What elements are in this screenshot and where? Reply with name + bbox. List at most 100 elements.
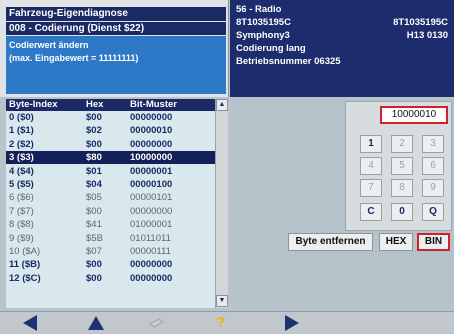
byte-index-cell: 12 ($C): [9, 272, 41, 284]
bit-pattern-cell: 00000010: [130, 125, 173, 137]
table-row[interactable]: 8 ($8) $41 01000001: [6, 218, 215, 231]
remove-byte-button[interactable]: Byte entfernen: [288, 233, 373, 251]
byte-index-cell: 5 ($5): [9, 179, 34, 190]
input-panel: 10000010 Byte entfernen HEX BIN 123 456 78…: [234, 99, 454, 308]
table-row[interactable]: 3 ($3) $80 10000000: [6, 151, 215, 165]
selection-line-1: Codierwert ändern: [9, 40, 89, 50]
arrow-right-icon: [285, 315, 299, 331]
selection-line-2: (max. Eingabewert = 11111111): [9, 53, 139, 63]
bit-pattern-cell: 00000000: [130, 205, 173, 217]
scroll-up-button[interactable]: ▲: [216, 99, 228, 111]
part-number-row: 8T1035195C 8T1035195C: [236, 16, 448, 29]
hex-mode-button[interactable]: HEX: [379, 233, 413, 251]
bit-pattern-cell: 10000000: [130, 152, 173, 164]
byte-index-cell: 7 ($7): [9, 205, 34, 217]
hex-cell: $04: [86, 179, 102, 190]
arrow-up-icon: [88, 316, 104, 330]
hex-cell: $00: [86, 272, 102, 284]
keypad-key-1[interactable]: 1: [360, 135, 382, 153]
keypad-key-0[interactable]: 0: [391, 203, 413, 221]
bit-pattern-cell: 00000000: [130, 112, 173, 123]
hex-cell: $5B: [86, 232, 103, 244]
byte-index-cell: 8 ($8): [9, 219, 34, 231]
header-title: Fahrzeug-Eigendiagnose: [6, 7, 226, 21]
bit-pattern-cell: 00000000: [130, 272, 173, 284]
table-row[interactable]: 9 ($9) $5B 01011011: [6, 232, 215, 245]
help-question-icon: ?: [216, 314, 226, 331]
keypad-key-4[interactable]: 4: [360, 157, 382, 175]
hex-cell: $02: [86, 125, 102, 137]
binary-value-field[interactable]: 10000010: [380, 106, 448, 124]
keypad-key-q[interactable]: Q: [422, 203, 444, 221]
header-subtitle: 008 - Codierung (Dienst $22): [6, 22, 226, 35]
table-row[interactable]: 10 ($A) $07 00000111: [6, 245, 215, 258]
table-row[interactable]: 11 ($B) $00 00000000: [6, 258, 215, 271]
forward-button[interactable]: [262, 312, 322, 334]
table-row[interactable]: 7 ($7) $00 00000000: [6, 205, 215, 218]
byte-index-cell: 11 ($B): [9, 259, 41, 271]
print-icon: [149, 318, 164, 328]
hex-cell: $41: [86, 219, 102, 231]
back-button[interactable]: [0, 312, 60, 334]
table-row[interactable]: 1 ($1) $02 00000010: [6, 124, 215, 137]
hex-cell: $00: [86, 138, 102, 150]
bit-pattern-cell: 00000001: [130, 165, 173, 177]
column-header-byte-index: Byte-Index: [9, 99, 58, 110]
scroll-down-button[interactable]: ▼: [216, 295, 228, 307]
coding-type: Codierung lang: [236, 43, 306, 54]
hex-cell: $00: [86, 112, 102, 123]
hex-cell: $80: [86, 152, 102, 164]
byte-index-cell: 0 ($0): [9, 112, 34, 123]
table-row[interactable]: 0 ($0) $00 00000000: [6, 111, 215, 124]
byte-index-cell: 9 ($9): [9, 232, 34, 244]
table-row[interactable]: 2 ($2) $00 00000000: [6, 138, 215, 151]
bit-pattern-cell: 00000101: [130, 192, 173, 204]
bit-pattern-cell: 00000100: [130, 179, 173, 190]
selected-function[interactable]: Codierwert ändern (max. Eingabewert = 11…: [6, 36, 226, 94]
software-version: H13 0130: [406, 30, 448, 41]
table-row[interactable]: 6 ($6) $05 00000101: [6, 191, 215, 204]
hex-cell: $00: [86, 259, 102, 271]
part-number-right: 8T1035195C: [393, 17, 448, 28]
byte-index-cell: 6 ($6): [9, 192, 34, 204]
keypad-key-5[interactable]: 5: [391, 157, 413, 175]
hex-cell: $01: [86, 165, 102, 177]
keypad-key-3[interactable]: 3: [422, 135, 444, 153]
keypad-key-7[interactable]: 7: [360, 179, 382, 197]
table-row[interactable]: 5 ($5) $04 00000100: [6, 178, 215, 191]
byte-index-cell: 10 ($A): [9, 246, 41, 257]
hex-cell: $05: [86, 192, 102, 204]
hex-cell: $07: [86, 246, 102, 257]
workshop-number: Betriebsnummer 06325: [236, 56, 341, 67]
byte-index-cell: 2 ($2): [9, 138, 34, 150]
bit-pattern-cell: 01000001: [130, 219, 173, 231]
bit-pattern-cell: 00000111: [130, 246, 171, 257]
keypad-key-9[interactable]: 9: [422, 179, 444, 197]
table-scrollbar[interactable]: ▲ ▼: [215, 99, 228, 308]
component-name: Symphony3: [236, 30, 290, 41]
hex-cell: $00: [86, 205, 102, 217]
bin-mode-button[interactable]: BIN: [417, 233, 450, 251]
help-button[interactable]: ?: [194, 312, 254, 334]
keypad-key-c[interactable]: C: [360, 203, 382, 221]
table-row[interactable]: 12 ($C) $00 00000000: [6, 272, 215, 285]
unit-name: 56 - Radio: [236, 4, 282, 15]
print-button[interactable]: [126, 312, 186, 334]
bit-pattern-cell: 00000000: [130, 259, 173, 271]
component-row: Symphony3 H13 0130: [236, 29, 448, 42]
part-number-left: 8T1035195C: [236, 17, 291, 28]
empty-nav-slot: [330, 312, 454, 334]
bit-pattern-cell: 01011011: [130, 232, 171, 244]
up-button[interactable]: [66, 312, 126, 334]
bottom-navigation-bar: ?: [0, 311, 454, 333]
keypad-key-2[interactable]: 2: [391, 135, 413, 153]
byte-index-cell: 3 ($3): [9, 152, 34, 164]
table-header: Byte-Index Hex Bit-Muster: [6, 99, 215, 111]
control-unit-info: 56 - Radio 8T1035195C 8T1035195C Symphon…: [230, 0, 454, 97]
arrow-left-icon: [23, 315, 37, 331]
keypad-key-8[interactable]: 8: [391, 179, 413, 197]
byte-table: Byte-Index Hex Bit-Muster 0 ($0) $00 00000…: [6, 99, 228, 308]
table-row[interactable]: 4 ($4) $01 00000001: [6, 165, 215, 178]
column-header-hex: Hex: [86, 99, 104, 110]
keypad-key-6[interactable]: 6: [422, 157, 444, 175]
